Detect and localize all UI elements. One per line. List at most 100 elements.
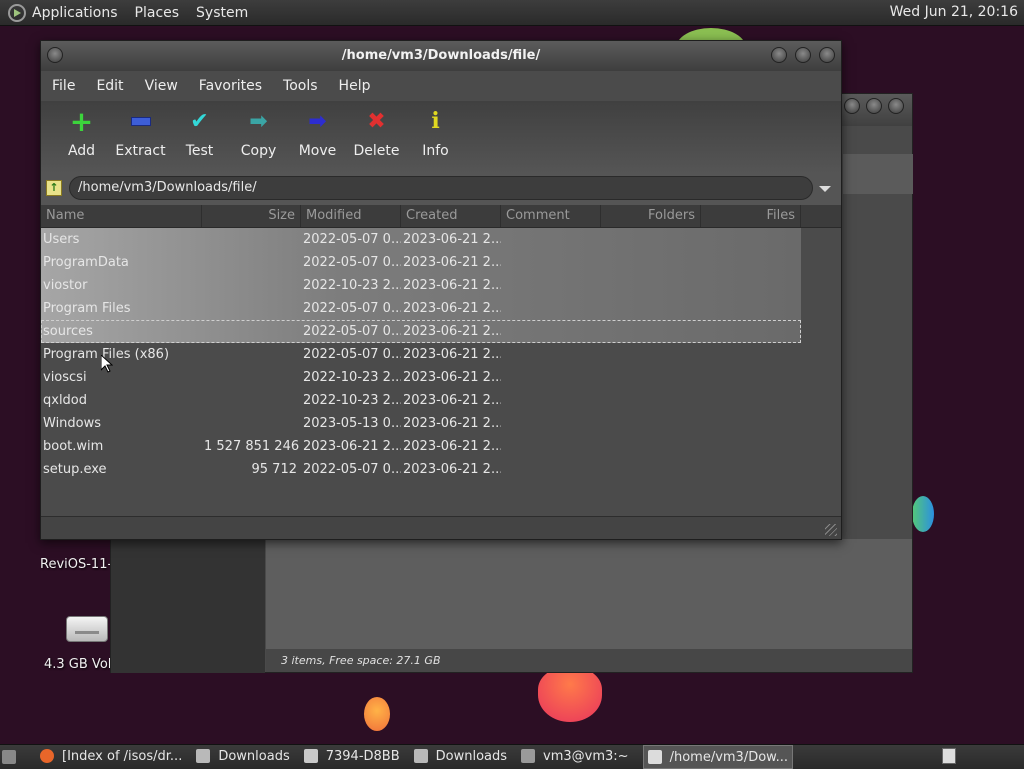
file-row[interactable]: ProgramData 2022-05-07 0... 2023-06-21 2..… [41, 251, 801, 274]
delete-button[interactable]: ✖ Delete [347, 101, 406, 173]
menu-help[interactable]: Help [339, 78, 371, 94]
taskbar-item[interactable]: Downloads [413, 745, 507, 767]
taskbar-item[interactable]: /home/vm3/Dow... [642, 745, 793, 769]
drive-icon[interactable] [66, 616, 108, 642]
taskbar-item-label: vm3@vm3:~ [543, 748, 629, 764]
background-window-sidebar[interactable] [111, 539, 265, 673]
file-size [202, 389, 301, 412]
column-created[interactable]: Created [401, 205, 501, 227]
distro-logo-icon[interactable] [8, 3, 26, 22]
wallpaper-shape-red [538, 668, 602, 722]
copy-label: Copy [240, 143, 277, 159]
file-modified: 2022-05-07 0... [303, 462, 401, 477]
file-row[interactable]: qxldod 2022-10-23 2... 2023-06-21 2... [41, 389, 841, 412]
folder-icon [196, 749, 211, 763]
panel-menu-applications[interactable]: Applications [32, 5, 118, 21]
window-titlebar[interactable]: /home/vm3/Downloads/file/ [41, 41, 841, 71]
menu-favorites[interactable]: Favorites [199, 78, 262, 94]
background-window-content[interactable] [266, 539, 912, 649]
copy-button[interactable]: ➡ Copy [229, 101, 288, 173]
file-created: 2023-06-21 2... [403, 370, 501, 385]
panel-clock[interactable]: Wed Jun 21, 20:16 [890, 4, 1018, 20]
file-modified: 2022-05-07 0... [303, 347, 401, 362]
file-size [202, 274, 301, 297]
file-created: 2023-06-21 2... [403, 462, 501, 477]
file-name: viostor [43, 278, 88, 293]
file-list[interactable]: Name Size Modified Created Comment Folde… [41, 205, 841, 518]
move-button[interactable]: ➡ Move [288, 101, 347, 173]
file-row[interactable]: vioscsi 2022-10-23 2... 2023-06-21 2... [41, 366, 841, 389]
menu-view[interactable]: View [145, 78, 178, 94]
file-modified: 2022-10-23 2... [303, 393, 401, 408]
window-title: /home/vm3/Downloads/file/ [341, 48, 541, 63]
column-name[interactable]: Name [41, 205, 202, 227]
file-name: setup.exe [43, 462, 107, 477]
resize-grip[interactable] [825, 524, 837, 536]
menu-tools[interactable]: Tools [283, 78, 318, 94]
menu-file[interactable]: File [52, 78, 75, 94]
panel-menu-system[interactable]: System [196, 5, 248, 21]
file-row[interactable]: Windows 2023-05-13 0... 2023-06-21 2... [41, 412, 841, 435]
info-button[interactable]: i Info [406, 101, 465, 173]
file-name: vioscsi [43, 370, 87, 385]
copy-icon: ➡ [249, 108, 268, 134]
add-label: Add [67, 143, 96, 159]
taskbar-item[interactable]: vm3@vm3:~ [521, 745, 629, 767]
file-list-header: Name Size Modified Created Comment Folde… [41, 205, 841, 228]
file-modified: 2022-10-23 2... [303, 278, 401, 293]
menu-edit[interactable]: Edit [96, 78, 123, 94]
file-created: 2023-06-21 2... [403, 439, 501, 454]
file-row[interactable]: sources 2022-05-07 0... 2023-06-21 2... [41, 320, 801, 343]
file-row[interactable]: Program Files (x86) 2022-05-07 0... 2023-0… [41, 343, 841, 366]
path-input[interactable]: /home/vm3/Downloads/file/ [69, 176, 813, 200]
bg-close-button[interactable] [888, 98, 904, 114]
minimize-button[interactable] [771, 47, 787, 63]
bg-maximize-button[interactable] [866, 98, 882, 114]
info-icon: i [431, 108, 440, 134]
file-row[interactable]: Program Files 2022-05-07 0... 2023-06-21 2… [41, 297, 801, 320]
file-size [202, 297, 301, 320]
file-name: Program Files [43, 301, 131, 316]
file-modified: 2022-05-07 0... [303, 232, 401, 247]
workspace-switcher-icon[interactable] [942, 748, 956, 764]
maximize-button[interactable] [795, 47, 811, 63]
wallpaper-shape-cyan [912, 496, 934, 532]
desktop-icon-label-revios[interactable]: ReviOS-11-2 [40, 557, 120, 572]
path-dropdown-icon[interactable] [819, 186, 831, 192]
file-row[interactable]: Users 2022-05-07 0... 2023-06-21 2... [41, 228, 801, 251]
close-button[interactable] [819, 47, 835, 63]
panel-menu-places[interactable]: Places [135, 5, 180, 21]
column-files[interactable]: Files [701, 205, 801, 227]
parent-folder-icon[interactable]: ↑ [46, 180, 62, 196]
column-comment[interactable]: Comment [501, 205, 601, 227]
file-created: 2023-06-21 2... [403, 232, 501, 247]
add-button[interactable]: + Add [52, 101, 111, 173]
status-bar [41, 516, 841, 539]
info-label: Info [422, 143, 449, 159]
file-name: Program Files (x86) [43, 347, 170, 362]
file-size: 1 527 851 246 [204, 439, 300, 454]
taskbar-item[interactable]: [Index of /isos/dr... [40, 745, 182, 767]
column-size[interactable]: Size [202, 205, 301, 227]
add-icon: + [69, 104, 94, 138]
test-button[interactable]: ✔ Test [170, 101, 229, 173]
background-window-toolbar [843, 154, 913, 194]
file-name: sources [43, 324, 93, 339]
column-modified[interactable]: Modified [301, 205, 401, 227]
taskbar-item-label: [Index of /isos/dr... [62, 748, 183, 764]
desktop-icon-label-volume[interactable]: 4.3 GB Volu [44, 657, 120, 672]
bg-minimize-button[interactable] [844, 98, 860, 114]
archive-manager-window[interactable]: /home/vm3/Downloads/file/ File Edit View… [40, 40, 842, 540]
file-name: qxldod [43, 393, 88, 408]
column-folders[interactable]: Folders [601, 205, 701, 227]
extract-button[interactable]: Extract [111, 101, 170, 173]
file-size: 95 712 [251, 462, 298, 477]
file-row[interactable]: viostor 2022-10-23 2... 2023-06-21 2... [41, 274, 801, 297]
file-row[interactable]: setup.exe 95 712 2022-05-07 0... 2023-06-21… [41, 458, 841, 481]
delete-icon: ✖ [367, 108, 386, 134]
show-desktop-button[interactable] [2, 746, 16, 768]
taskbar-item[interactable]: 7394-D8BB [303, 745, 400, 767]
archive-icon [647, 750, 662, 764]
file-row[interactable]: boot.wim 1 527 851 246 2023-06-21 2... 2023… [41, 435, 841, 458]
taskbar-item[interactable]: Downloads [196, 745, 290, 767]
